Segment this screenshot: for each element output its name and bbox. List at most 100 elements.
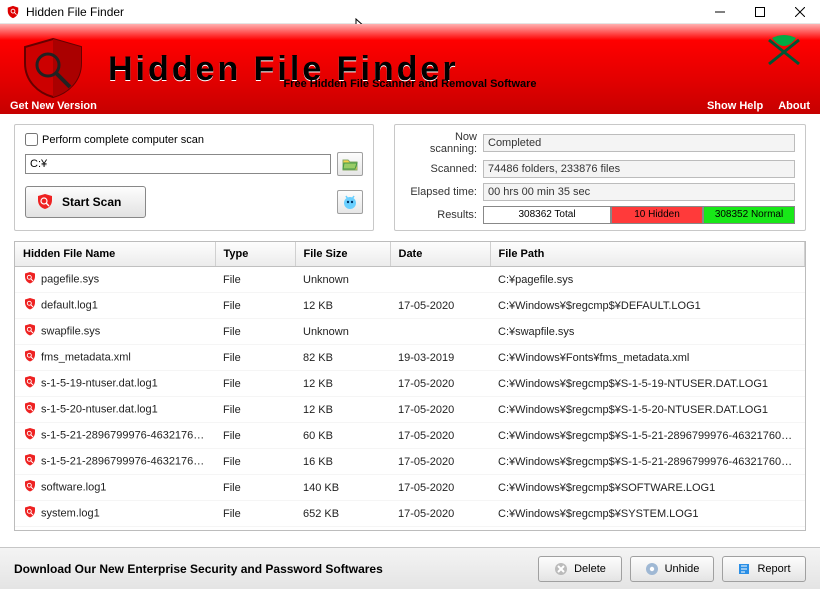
col-header-type[interactable]: Type	[215, 242, 295, 267]
cell-date: 17-05-2020	[390, 397, 490, 423]
unhide-label: Unhide	[665, 563, 700, 575]
cell-size: 12 KB	[295, 293, 390, 319]
table-row[interactable]: pagefile.sys FileUnknown C:¥pagefile.sys	[15, 267, 805, 293]
cell-date: 17-05-2020	[390, 423, 490, 449]
scanned-value: 74486 folders, 233876 files	[483, 160, 795, 178]
table-row[interactable]: swapfile.sysFileUnknownC:¥swapfile.sys	[15, 319, 805, 345]
show-help-link[interactable]: Show Help	[707, 100, 763, 112]
results-label: Results:	[405, 209, 483, 221]
folder-open-icon	[342, 157, 358, 171]
cell-date: 19-03-2019	[390, 345, 490, 371]
unhide-button[interactable]: Unhide	[630, 556, 714, 582]
cell-name: s-1-5-21-2896799976-463217609-2...	[41, 429, 215, 441]
banner: Hidden File Finder Free Hidden File Scan…	[0, 24, 820, 114]
table-row[interactable]: s-1-5-20-ntuser.dat.log1 File12 KB17-05-2…	[15, 397, 805, 423]
cell-date: 17-05-2020	[390, 449, 490, 475]
cell-name: fms_metadata.xml	[41, 351, 131, 363]
cell-size: 60 KB	[295, 423, 390, 449]
content-area: Perform complete computer scan Start Sca…	[0, 114, 820, 531]
cell-size: 12 KB	[295, 397, 390, 423]
footer-promo[interactable]: Download Our New Enterprise Security and…	[14, 562, 530, 576]
report-button[interactable]: Report	[722, 556, 806, 582]
col-header-path[interactable]: File Path	[490, 242, 805, 267]
status-panel: Now scanning: Completed Scanned: 74486 f…	[394, 124, 806, 231]
unhide-icon	[645, 562, 659, 576]
now-scanning-label: Now scanning:	[405, 131, 483, 155]
col-header-date[interactable]: Date	[390, 242, 490, 267]
complete-scan-checkbox[interactable]	[25, 133, 38, 146]
table-row[interactable]: default.log1File12 KB17-05-2020C:¥Window…	[15, 293, 805, 319]
cell-type: File	[215, 475, 295, 501]
cell-type: File	[215, 293, 295, 319]
col-header-size[interactable]: File Size	[295, 242, 390, 267]
delete-button[interactable]: Delete	[538, 556, 622, 582]
table-row[interactable]: s-1-5-21-2896799976-463217609-2...File16…	[15, 449, 805, 475]
cell-size: Unknown	[295, 267, 390, 293]
cell-size: 16 KB	[295, 449, 390, 475]
minimize-button[interactable]	[700, 0, 740, 24]
cell-size: 12 KB	[295, 371, 390, 397]
cell-type: File	[215, 397, 295, 423]
cell-name: s-1-5-19-ntuser.dat.log1	[41, 377, 158, 389]
cell-name: pagefile.sys	[41, 273, 99, 285]
table-row[interactable]: s-1-5-21-2896799976-463217609-2...File60…	[15, 423, 805, 449]
col-header-name[interactable]: Hidden File Name	[15, 242, 215, 267]
cell-path: C:¥Windows¥$regcmp$¥S-1-5-21-2896799976-…	[490, 423, 805, 449]
file-shield-icon	[23, 427, 37, 444]
shield-logo-icon	[18, 35, 88, 104]
results-total: 308362 Total	[483, 206, 611, 224]
cell-type: File	[215, 267, 295, 293]
complete-scan-label: Perform complete computer scan	[42, 134, 204, 146]
cell-name: system.log1	[41, 507, 100, 519]
cell-type: File	[215, 501, 295, 527]
cell-type: File	[215, 449, 295, 475]
cell-size: 82 KB	[295, 345, 390, 371]
cell-name: s-1-5-20-ntuser.dat.log1	[41, 403, 158, 415]
file-shield-icon	[23, 505, 37, 522]
cell-path: C:¥Windows¥$regcmp$¥SYSTEM.LOG1	[490, 501, 805, 527]
report-label: Report	[757, 563, 790, 575]
results-strip: 308362 Total 10 Hidden 308352 Normal	[483, 206, 795, 224]
cell-type: File	[215, 319, 295, 345]
table-row[interactable]: system.log1File652 KB17-05-2020C:¥Window…	[15, 501, 805, 527]
results-hidden: 10 Hidden	[611, 206, 703, 224]
elapsed-label: Elapsed time:	[405, 186, 483, 198]
file-shield-icon	[23, 323, 37, 340]
cell-size: 140 KB	[295, 475, 390, 501]
creature-icon	[342, 194, 358, 210]
table-row[interactable]: s-1-5-19-ntuser.dat.log1File12 KB17-05-2…	[15, 371, 805, 397]
cell-date: 17-05-2020	[390, 371, 490, 397]
file-shield-icon	[23, 401, 37, 418]
delete-icon	[554, 562, 568, 576]
cell-path: C:¥Windows¥$regcmp$¥S-1-5-20-NTUSER.DAT.…	[490, 397, 805, 423]
scan-panel: Perform complete computer scan Start Sca…	[14, 124, 374, 231]
emblem-icon	[764, 34, 804, 73]
about-link[interactable]: About	[778, 100, 810, 112]
elapsed-value: 00 hrs 00 min 35 sec	[483, 183, 795, 201]
cell-date: 17-05-2020	[390, 293, 490, 319]
table-row[interactable]: fms_metadata.xmlFile82 KB19-03-2019C:¥Wi…	[15, 345, 805, 371]
start-scan-button[interactable]: Start Scan	[25, 186, 146, 218]
table-header-row: Hidden File Name Type File Size Date Fil…	[15, 242, 805, 267]
scan-icon	[36, 193, 54, 211]
file-shield-icon	[23, 297, 37, 314]
cell-path: C:¥pagefile.sys	[490, 267, 805, 293]
now-scanning-value: Completed	[483, 134, 795, 152]
footer: Download Our New Enterprise Security and…	[0, 547, 820, 589]
file-shield-icon	[23, 271, 37, 288]
file-shield-icon	[23, 375, 37, 392]
file-shield-icon	[23, 453, 37, 470]
maximize-button[interactable]	[740, 0, 780, 24]
results-table: Hidden File Name Type File Size Date Fil…	[15, 242, 805, 527]
get-new-version-link[interactable]: Get New Version	[10, 100, 97, 112]
table-row[interactable]: software.log1File140 KB17-05-2020C:¥Wind…	[15, 475, 805, 501]
secondary-tool-button[interactable]	[337, 190, 363, 214]
cell-name: swapfile.sys	[41, 325, 100, 337]
scan-path-input[interactable]	[25, 154, 331, 174]
cell-date	[390, 319, 490, 345]
delete-label: Delete	[574, 563, 606, 575]
browse-folder-button[interactable]	[337, 152, 363, 176]
cell-name: s-1-5-21-2896799976-463217609-2...	[41, 455, 215, 467]
close-button[interactable]	[780, 0, 820, 24]
app-subtitle: Free Hidden File Scanner and Removal Sof…	[0, 78, 820, 90]
